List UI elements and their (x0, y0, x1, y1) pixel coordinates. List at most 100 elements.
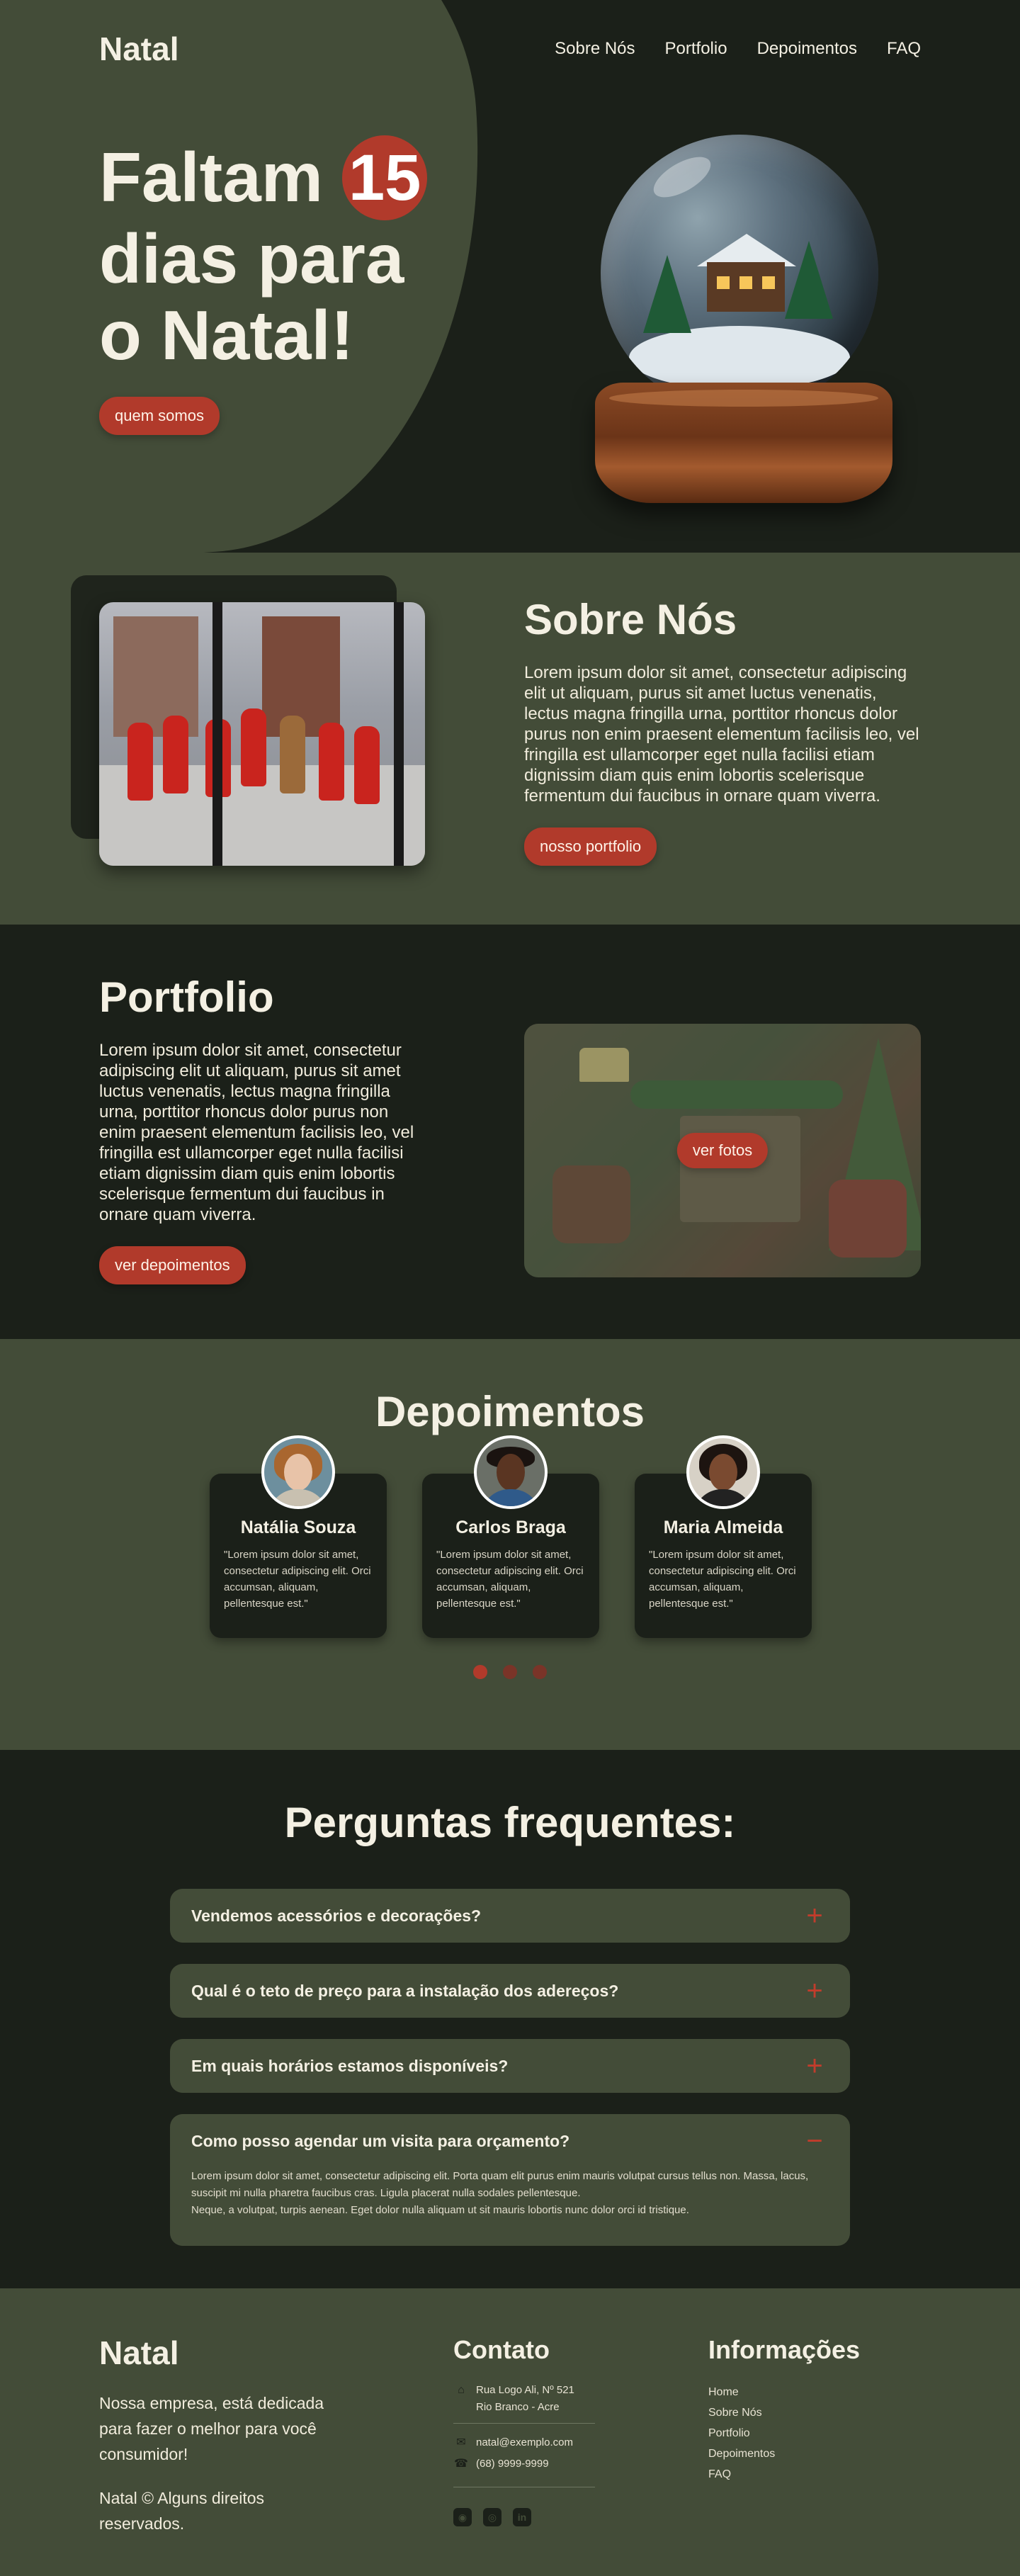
nosso-portfolio-button[interactable]: nosso portfolio (524, 827, 657, 866)
avatar-body (481, 1489, 540, 1506)
santa-runner (128, 723, 153, 801)
footer: Natal Nossa empresa, está dedicada para … (0, 2288, 1020, 2576)
santa-run-photo (99, 602, 425, 866)
street-pole (212, 602, 222, 866)
faq-item-open[interactable]: Como posso agendar um visita para orçame… (170, 2114, 850, 2246)
faq-item[interactable]: Vendemos acessórios e decorações? + (170, 1889, 850, 1943)
pine-tree-left (643, 255, 691, 333)
footer-link-portfolio[interactable]: Portfolio (708, 2423, 775, 2444)
avatar (474, 1435, 548, 1509)
testimonial-card: Maria Almeida "Lorem ipsum dolor sit ame… (635, 1435, 812, 1638)
footer-link-home[interactable]: Home (708, 2382, 775, 2402)
nav-item-depoimentos[interactable]: Depoimentos (757, 39, 857, 59)
email-row[interactable]: ✉ natal@exemplo.com (453, 2434, 573, 2451)
nav-item-portfolio[interactable]: Portfolio (665, 39, 727, 59)
faq-answer-line2: Neque, a volutpat, turpis aenean. Eget d… (191, 2204, 689, 2216)
testimonial-cards: Natália Souza "Lorem ipsum dolor sit ame… (210, 1435, 812, 1638)
home-icon: ⌂ (458, 2384, 465, 2396)
linkedin-icon[interactable]: in (513, 2508, 531, 2526)
address-line1: Rua Logo Ali, Nº 521 (476, 2384, 574, 2396)
footer-link-depoimentos[interactable]: Depoimentos (708, 2444, 775, 2464)
carousel-dot-2[interactable] (503, 1665, 517, 1679)
contato-title: Contato (453, 2335, 550, 2364)
faq-item[interactable]: Qual é o teto de preço para a instalação… (170, 1964, 850, 2018)
base-ring (609, 390, 878, 407)
plus-icon[interactable]: + (800, 2050, 829, 2082)
informacoes-title: Informações (708, 2335, 861, 2364)
avatar-body (693, 1489, 753, 1506)
hero-title-line2: dias para (99, 220, 404, 298)
phone-icon: ☎ (454, 2458, 468, 2470)
faq-list: Vendemos acessórios e decorações? + Qual… (170, 1889, 850, 2267)
carousel-dot-3[interactable] (533, 1665, 547, 1679)
depoimentos-title-wrap: Depoimentos (0, 1387, 1020, 1436)
footer-link-sobre[interactable]: Sobre Nós (708, 2402, 775, 2423)
nav-item-sobre[interactable]: Sobre Nós (555, 39, 635, 59)
testimonial-card: Natália Souza "Lorem ipsum dolor sit ame… (210, 1435, 387, 1638)
top-nav: Natal Sobre Nós Portfolio Depoimentos FA… (99, 30, 921, 68)
plus-icon[interactable]: + (800, 1900, 829, 1932)
footer-logo[interactable]: Natal (99, 2334, 178, 2372)
faq-question-row[interactable]: Qual é o teto de preço para a instalação… (191, 1964, 829, 2018)
faq-section: Perguntas frequentes: Vendemos acessório… (0, 1750, 1020, 2288)
globe-glass (601, 135, 878, 412)
ver-depoimentos-button[interactable]: ver depoimentos (99, 1246, 246, 1284)
footer-link-faq[interactable]: FAQ (708, 2464, 775, 2485)
depoimentos-title: Depoimentos (370, 1388, 645, 1435)
snow-globe-illustration (595, 135, 928, 517)
testimonial-quote: "Lorem ipsum dolor sit amet, consectetur… (436, 1549, 584, 1610)
github-icon[interactable]: ◉ (453, 2508, 472, 2526)
mail-icon: ✉ (456, 2436, 466, 2448)
address-line2: Rio Branco - Acre (476, 2401, 560, 2413)
avatar-body (268, 1489, 328, 1506)
phone-text[interactable]: (68) 9999-9999 (476, 2456, 549, 2473)
faq-title-wrap: Perguntas frequentes: (0, 1798, 1020, 1847)
email-text[interactable]: natal@exemplo.com (476, 2434, 573, 2451)
santa-runner (241, 708, 266, 786)
snow-ground (629, 326, 850, 390)
depoimentos-section: Depoimentos Natália Souza "Lorem ipsum d… (0, 1339, 1020, 1750)
house-window (762, 276, 775, 289)
nav-item-faq[interactable]: FAQ (887, 39, 921, 59)
hero-title-line3: o Natal! (99, 296, 354, 375)
faq-question: Como posso agendar um visita para orçame… (191, 2131, 570, 2150)
site-logo[interactable]: Natal (99, 30, 178, 68)
testimonial-quote: "Lorem ipsum dolor sit amet, consectetur… (224, 1549, 371, 1610)
street-pole (394, 602, 404, 866)
house (707, 262, 785, 312)
portfolio-title: Portfolio (95, 973, 274, 1021)
faq-question: Vendemos acessórios e decorações? (191, 1906, 482, 1925)
minus-icon[interactable]: − (800, 2125, 829, 2157)
divider (453, 2423, 595, 2424)
avatar-face (284, 1454, 312, 1491)
faq-question-row[interactable]: Em quais horários estamos disponíveis? + (191, 2039, 829, 2093)
avatar (261, 1435, 335, 1509)
carousel-dots (0, 1665, 1020, 1679)
footer-copyright: Natal © Alguns direitos reservados. (99, 2489, 265, 2533)
faq-question: Qual é o teto de preço para a instalação… (191, 1981, 619, 2000)
testimonial-card: Carlos Braga "Lorem ipsum dolor sit amet… (422, 1435, 599, 1638)
address-text: Rua Logo Ali, Nº 521 Rio Branco - Acre (476, 2382, 574, 2416)
santa-runner (354, 726, 380, 804)
globe-wooden-base (595, 383, 892, 503)
santa-runner (319, 723, 344, 801)
plus-icon[interactable]: + (800, 1975, 829, 2007)
carousel-dot-1[interactable] (473, 1665, 487, 1679)
testimonial-name: Natália Souza (240, 1518, 356, 1537)
testimonial-quote: "Lorem ipsum dolor sit amet, consectetur… (649, 1549, 796, 1610)
social-links: ◉ ◎ in (453, 2508, 531, 2526)
portfolio-content: Portfolio Lorem ipsum dolor sit amet, co… (95, 973, 418, 1284)
sobre-section: Sobre Nós Lorem ipsum dolor sit amet, co… (0, 553, 1020, 925)
phone-row[interactable]: ☎ (68) 9999-9999 (453, 2456, 549, 2473)
reindeer-runner (280, 716, 305, 793)
instagram-icon[interactable]: ◎ (483, 2508, 502, 2526)
house-window (717, 276, 730, 289)
quem-somos-button[interactable]: quem somos (99, 397, 220, 435)
faq-question: Em quais horários estamos disponíveis? (191, 2056, 509, 2075)
faq-question-row[interactable]: Vendemos acessórios e decorações? + (191, 1889, 829, 1943)
testimonial-name: Carlos Braga (455, 1518, 566, 1537)
portfolio-text: Lorem ipsum dolor sit amet, consectetur … (99, 1041, 414, 1224)
faq-question-row[interactable]: Como posso agendar um visita para orçame… (191, 2114, 829, 2168)
faq-item[interactable]: Em quais horários estamos disponíveis? + (170, 2039, 850, 2093)
ver-fotos-button[interactable]: ver fotos (676, 1133, 769, 1168)
